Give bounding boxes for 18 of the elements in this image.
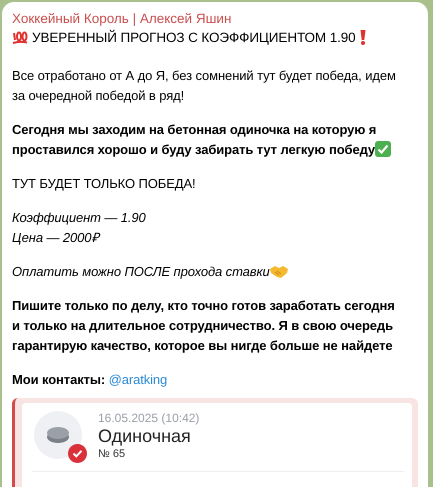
channel-author: Хоккейный Король | Алексей Яшин [12,10,232,28]
message-paragraph: Все отработано от А до Я, без сомнений тут будет победа, идем за очередной победой в ряд! [12,67,396,105]
message-paragraph: ТУТ БУДЕТ ТОЛЬКО ПОБЕДА! [12,175,196,193]
message-paragraph: Пишите только по делу, кто точно готов заработать сегодня и только на длительное сотрудничество. Я в свою очередь гарантирую качество, которое вы нигде больше не найдете [12,297,395,355]
handshake-icon [270,264,288,279]
exclamation-icon [360,30,366,45]
hundred-points-icon [12,30,28,45]
bet-type: Одиночная [98,425,192,447]
check-mark-icon [375,141,392,157]
bet-date: 16.05.2025 (10:42) [98,411,200,425]
coin-icon [47,426,69,444]
contacts-label: Мои контакты: [12,372,106,387]
username-link[interactable]: @aratking [108,372,168,387]
bet-number: № 65 [98,447,126,461]
message-title: УВЕРЕННЫЙ ПРОГНОЗ С КОЭФФИЦИЕНТОМ 1.90 [32,28,356,47]
message-paragraph: Оплатить можно ПОСЛЕ прохода ставки [12,263,270,281]
message-paragraph: Коэффициент — 1.90 Цена — 2000₽ [12,209,146,247]
message-paragraph: Сегодня мы заходим на бетонная одиночка на которую я проставился хорошо и буду забирать тут легкую победу [12,122,376,157]
